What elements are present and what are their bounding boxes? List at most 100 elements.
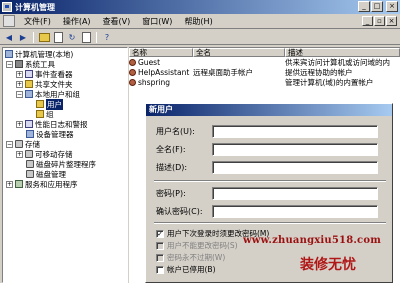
expand-icon[interactable]: + xyxy=(16,70,23,78)
help-icon[interactable]: ? xyxy=(101,31,113,43)
tree-item-disk-management[interactable]: 磁盘管理 xyxy=(26,169,66,179)
users-groups-icon xyxy=(25,90,33,98)
tree-item-label: 设备管理器 xyxy=(36,129,74,139)
services-icon xyxy=(15,180,23,188)
expand-icon[interactable]: + xyxy=(16,150,23,158)
dialog-divider xyxy=(154,180,386,182)
close-button[interactable]: × xyxy=(386,1,398,12)
storage-icon xyxy=(15,140,23,148)
window-title: 计算机管理 xyxy=(15,2,55,12)
column-header-fullname[interactable]: 全名 xyxy=(193,48,285,57)
minimize-button[interactable]: _ xyxy=(358,1,370,12)
collapse-icon[interactable]: − xyxy=(6,60,13,68)
menu-action[interactable]: 操作(A) xyxy=(57,16,97,27)
account-disabled-checkbox[interactable] xyxy=(156,265,164,274)
password-label: 密码(P): xyxy=(156,189,186,198)
disk-management-icon xyxy=(26,170,34,178)
description-row: 描述(D): xyxy=(156,161,378,174)
tree-item-removable-storage[interactable]: + 可移动存储 xyxy=(16,149,73,159)
tree-item-system-tools[interactable]: − 系统工具 xyxy=(6,59,55,69)
menu-bar: 文件(F) 操作(A) 查看(V) 窗口(W) 帮助(H) _ ▫ × xyxy=(0,14,400,29)
table-row[interactable]: Guest 供来宾访问计算机或访问域的内 xyxy=(129,57,400,67)
tree-item-shared-folders[interactable]: + 共享文件夹 xyxy=(16,79,73,89)
watermark-brand: 装修无忧 xyxy=(300,257,356,273)
collapse-icon[interactable]: − xyxy=(6,140,13,148)
tree-item-performance-logs[interactable]: + 性能日志和警报 xyxy=(16,119,88,129)
user-icon xyxy=(129,78,136,86)
defrag-icon xyxy=(26,160,34,168)
username-field[interactable] xyxy=(212,125,378,138)
confirm-password-label: 确认密码(C): xyxy=(156,207,203,216)
cannot-change-password-label: 用户不能更改密码(S) xyxy=(167,241,238,250)
password-never-expires-option: 密码永不过期(W) xyxy=(156,252,225,263)
expand-icon[interactable]: + xyxy=(16,120,23,128)
tree-item-users[interactable]: 用户 xyxy=(36,98,63,110)
device-manager-icon xyxy=(26,130,34,138)
tree-item-services-applications[interactable]: + 服务和应用程序 xyxy=(6,179,78,189)
toolbar: ◀ ▶ ↻ ? xyxy=(0,30,400,45)
table-row[interactable]: shspring 管理计算机(域)的内置帐户 xyxy=(129,77,400,87)
password-never-expires-checkbox xyxy=(156,253,164,262)
account-disabled-option[interactable]: 帐户已停用(B) xyxy=(156,264,216,275)
password-field[interactable] xyxy=(212,187,378,200)
dialog-divider xyxy=(154,222,386,224)
description-field[interactable] xyxy=(212,161,378,174)
title-bar: 计算机管理 _ □ × xyxy=(0,0,400,14)
username-label: 用户名(U): xyxy=(156,127,195,136)
must-change-password-checkbox[interactable]: ✓ xyxy=(156,229,164,238)
folder-icon xyxy=(36,110,44,118)
tree-item-storage[interactable]: − 存储 xyxy=(6,139,40,149)
confirm-password-field[interactable] xyxy=(212,205,378,218)
user-disabled-icon xyxy=(129,68,136,76)
tree-item-groups[interactable]: 组 xyxy=(36,109,54,119)
menu-window[interactable]: 窗口(W) xyxy=(136,16,178,27)
cannot-change-password-checkbox xyxy=(156,241,164,250)
maximize-button[interactable]: □ xyxy=(371,1,383,12)
mmc-system-menu-icon[interactable] xyxy=(3,15,15,27)
toolbar-separator xyxy=(96,31,97,43)
fullname-row: 全名(F): xyxy=(156,143,378,156)
password-never-expires-label: 密码永不过期(W) xyxy=(167,253,226,262)
child-minimize-button[interactable]: _ xyxy=(362,16,373,26)
tree-item-local-users-groups[interactable]: − 本地用户和组 xyxy=(16,89,80,99)
menu-view[interactable]: 查看(V) xyxy=(97,16,137,27)
menu-file[interactable]: 文件(F) xyxy=(18,16,57,27)
up-folder-icon[interactable] xyxy=(38,31,50,43)
description-label: 描述(D): xyxy=(156,163,188,172)
table-row[interactable]: HelpAssistant 远程桌面助手帐户 提供远程协助的帐户 xyxy=(129,67,400,77)
tree-item-event-viewer[interactable]: + 事件查看器 xyxy=(16,69,73,79)
tree-item-device-manager[interactable]: 设备管理器 xyxy=(26,129,74,139)
console-tree: 计算机管理(本地) − 系统工具 + 事件查看器 + 共享文件夹 − 本地用户和… xyxy=(2,47,128,283)
expand-icon[interactable]: + xyxy=(16,80,23,88)
username-row: 用户名(U): xyxy=(156,125,378,138)
window-controls: _ □ × xyxy=(358,1,398,12)
shared-folder-icon xyxy=(25,80,33,88)
computer-management-icon xyxy=(2,2,12,12)
back-arrow-icon[interactable]: ◀ xyxy=(3,31,15,43)
refresh-icon[interactable]: ↻ xyxy=(66,31,78,43)
fullname-field[interactable] xyxy=(212,143,378,156)
export-list-icon[interactable] xyxy=(80,31,92,43)
tree-item-label: 服务和应用程序 xyxy=(25,179,78,189)
tree-item-disk-defragmenter[interactable]: 磁盘碎片整理程序 xyxy=(26,159,96,169)
show-hide-tree-icon[interactable] xyxy=(52,31,64,43)
user-fullname: 远程桌面助手帐户 xyxy=(193,67,253,77)
fullname-label: 全名(F): xyxy=(156,145,186,154)
confirm-password-row: 确认密码(C): xyxy=(156,205,378,218)
tree-item-computer-management[interactable]: 计算机管理(本地) xyxy=(5,49,73,59)
menu-help[interactable]: 帮助(H) xyxy=(178,16,218,27)
computer-icon xyxy=(5,50,13,58)
column-header-name[interactable]: 名称 xyxy=(129,48,193,57)
user-description: 管理计算机(域)的内置帐户 xyxy=(285,77,374,87)
user-name: shspring xyxy=(138,77,171,87)
expand-icon[interactable]: + xyxy=(6,180,13,188)
account-disabled-label: 帐户已停用(B) xyxy=(167,265,216,274)
child-window-controls: _ ▫ × xyxy=(362,16,397,26)
child-restore-button[interactable]: ▫ xyxy=(374,16,385,26)
forward-arrow-icon[interactable]: ▶ xyxy=(17,31,29,43)
cannot-change-password-option: 用户不能更改密码(S) xyxy=(156,240,238,251)
toolbar-separator xyxy=(33,31,34,43)
collapse-icon[interactable]: − xyxy=(16,90,23,98)
child-close-button[interactable]: × xyxy=(386,16,397,26)
tools-icon xyxy=(15,60,23,68)
